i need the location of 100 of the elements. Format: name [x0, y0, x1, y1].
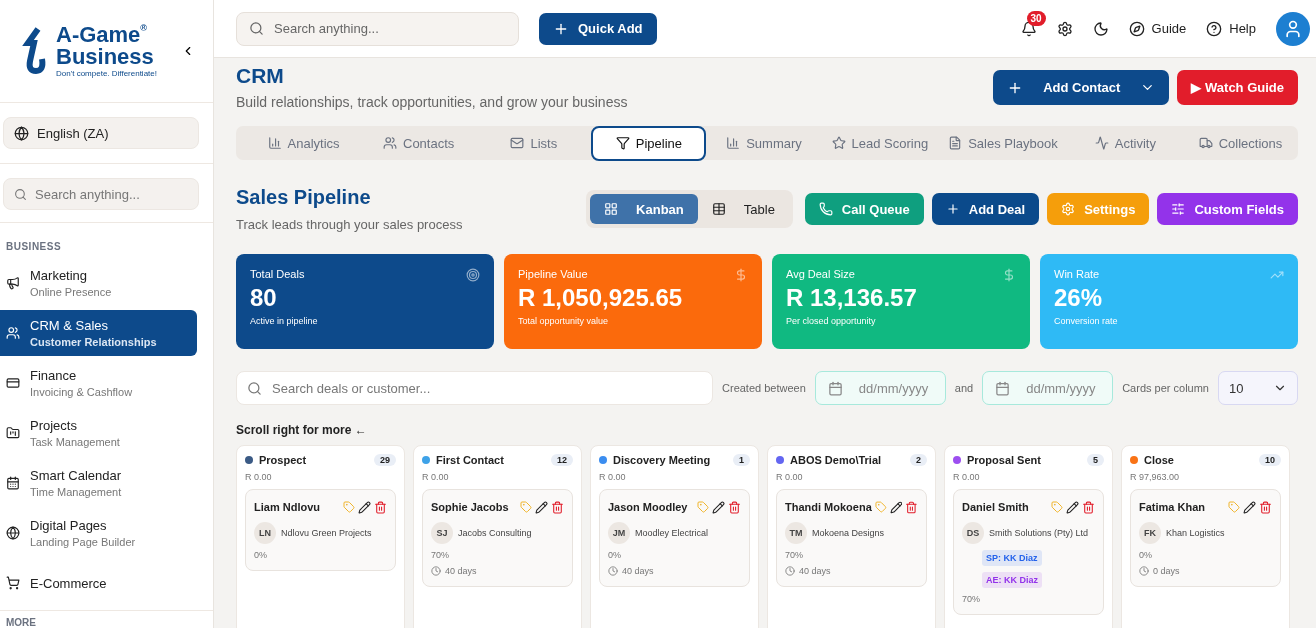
section-subtitle: Track leads through your sales process: [236, 217, 463, 232]
nav-item[interactable]: Digital Pages Landing Page Builder: [0, 510, 197, 557]
deal-card[interactable]: Jason Moodley JM Moodley Electrical 0% 40 days: [599, 489, 750, 587]
stage-total: R 0.00: [422, 472, 450, 482]
stage-total: R 0.00: [776, 472, 804, 482]
tab[interactable]: Lead Scoring: [821, 125, 939, 161]
add-contact-button[interactable]: Add Contact: [993, 70, 1170, 105]
pulse-icon: [1094, 136, 1109, 150]
quick-add-button[interactable]: Quick Add: [539, 12, 657, 45]
document-icon: [948, 136, 963, 150]
folder-icon: [6, 426, 20, 441]
action-button[interactable]: Add Deal: [931, 193, 1040, 225]
delete-icon[interactable]: [551, 500, 564, 514]
company-name: Mokoena Designs: [812, 528, 885, 538]
stage-count: 2: [910, 454, 927, 466]
stat-label: Win Rate: [1054, 268, 1100, 280]
date-field[interactable]: dd/mm/yyyy: [982, 371, 1114, 405]
probability: 0%: [608, 550, 622, 560]
tab[interactable]: Lists: [476, 125, 592, 161]
tab[interactable]: Contacts: [361, 125, 477, 161]
deal-age: 40 days: [622, 566, 654, 576]
logo-text: A-Game®: [56, 24, 148, 47]
language-selector[interactable]: English (ZA): [3, 117, 199, 150]
tab[interactable]: Pipeline: [591, 125, 707, 161]
deal-card[interactable]: Thandi Mokoena TM Mokoena Designs 70% 40 days: [776, 489, 927, 587]
section-title: Sales Pipeline: [236, 186, 372, 209]
stat-value: 26%: [1054, 284, 1104, 312]
notifications-button[interactable]: [1020, 20, 1037, 37]
nav-item[interactable]: E-Commerce: [0, 560, 197, 606]
initials-avatar: TM: [785, 522, 807, 544]
page-title: CRM: [236, 64, 285, 88]
tab[interactable]: Summary: [706, 125, 822, 161]
tab[interactable]: Activity: [1067, 125, 1183, 161]
edit-icon[interactable]: [889, 500, 903, 514]
nav-item[interactable]: Marketing Online Presence: [0, 260, 197, 307]
nav-item[interactable]: Finance Invoicing & Cashflow: [0, 360, 197, 407]
delete-icon[interactable]: [1259, 500, 1272, 514]
cart-icon: [6, 576, 20, 590]
stat-value: R 13,136.57: [786, 284, 918, 312]
globe-icon: [14, 125, 29, 141]
deal-card[interactable]: Liam Ndlovu LN Ndlovu Green Projects 0%: [245, 489, 396, 571]
card-icon: [6, 376, 20, 391]
action-button[interactable]: Custom Fields: [1157, 193, 1298, 225]
help-button[interactable]: Help: [1206, 20, 1256, 37]
view-button[interactable]: Table: [697, 194, 789, 224]
people-icon: [383, 136, 397, 150]
search-field[interactable]: Search deals or customer...: [236, 371, 714, 405]
stage-total: R 0.00: [599, 472, 627, 482]
watch-guide-button[interactable]: ▶ Watch Guide: [1177, 70, 1298, 105]
delete-icon[interactable]: [374, 500, 387, 514]
cards-select[interactable]: 10: [1218, 371, 1298, 405]
delete-icon[interactable]: [905, 500, 918, 514]
filter-label: Created between: [722, 382, 806, 394]
edit-icon[interactable]: [1066, 500, 1079, 514]
filter-icon: [615, 136, 630, 150]
deal-name: Sophie Jacobs: [431, 501, 509, 513]
deal-card[interactable]: Daniel Smith DS Smith Solutions (Pty) Ltd SP: KK Diaz AE: KK Diaz 70%: [953, 489, 1104, 615]
scroll-hint: Scroll right for more ←: [236, 423, 368, 437]
help-icon: [1206, 20, 1223, 37]
tab[interactable]: Analytics: [246, 125, 362, 161]
tab[interactable]: Sales Playbook: [938, 125, 1068, 161]
avatar[interactable]: [1276, 11, 1310, 46]
deal-card[interactable]: Sophie Jacobs SJ Jacobs Consulting 70% 40 days: [422, 489, 573, 587]
stage-total: R 97,963.00: [1130, 472, 1181, 482]
search-icon: [247, 380, 262, 396]
delete-icon[interactable]: [1082, 500, 1095, 514]
delete-icon[interactable]: [728, 500, 741, 514]
initials-avatar: LN: [254, 522, 276, 544]
deal-name: Thandi Mokoena: [785, 501, 872, 513]
deal-card[interactable]: Fatima Khan FK Khan Logistics 0% 0 days: [1130, 489, 1281, 587]
edit-icon[interactable]: [358, 500, 371, 514]
stat-label: Total Deals: [250, 268, 305, 280]
dollar-icon: [734, 268, 748, 282]
company-name: Jacobs Consulting: [458, 528, 532, 538]
tab[interactable]: Collections: [1182, 125, 1298, 161]
nav-item[interactable]: Smart Calendar Time Management: [0, 460, 197, 507]
filter-label: and: [954, 382, 974, 394]
probability: 70%: [431, 550, 450, 560]
nav-item[interactable]: CRM & Sales Customer Relationships: [0, 310, 197, 357]
company-name: Smith Solutions (Pty) Ltd: [989, 528, 1089, 538]
guide-button[interactable]: Guide: [1128, 20, 1187, 37]
moon-button[interactable]: [1092, 20, 1109, 37]
stage-count: 29: [374, 454, 396, 466]
edit-icon[interactable]: [1243, 500, 1256, 514]
deal-name: Daniel Smith: [962, 501, 1029, 513]
company-name: Khan Logistics: [1166, 528, 1225, 538]
clock-icon: [608, 566, 618, 576]
calendar-icon: [827, 380, 843, 396]
sliders-icon: [1171, 202, 1186, 216]
search-field[interactable]: Search anything...: [3, 178, 199, 211]
filter-label: Cards per column: [1122, 382, 1209, 394]
search-field[interactable]: Search anything...: [236, 11, 519, 46]
notification-badge: 30: [1026, 10, 1046, 26]
edit-icon[interactable]: [535, 500, 548, 514]
edit-icon[interactable]: [712, 500, 725, 514]
stage-count: 1: [733, 454, 750, 466]
nav-item[interactable]: Projects Task Management: [0, 410, 197, 457]
truck-icon: [1198, 136, 1213, 150]
settings-button[interactable]: [1056, 20, 1073, 37]
view-button[interactable]: Kanban: [590, 194, 698, 224]
